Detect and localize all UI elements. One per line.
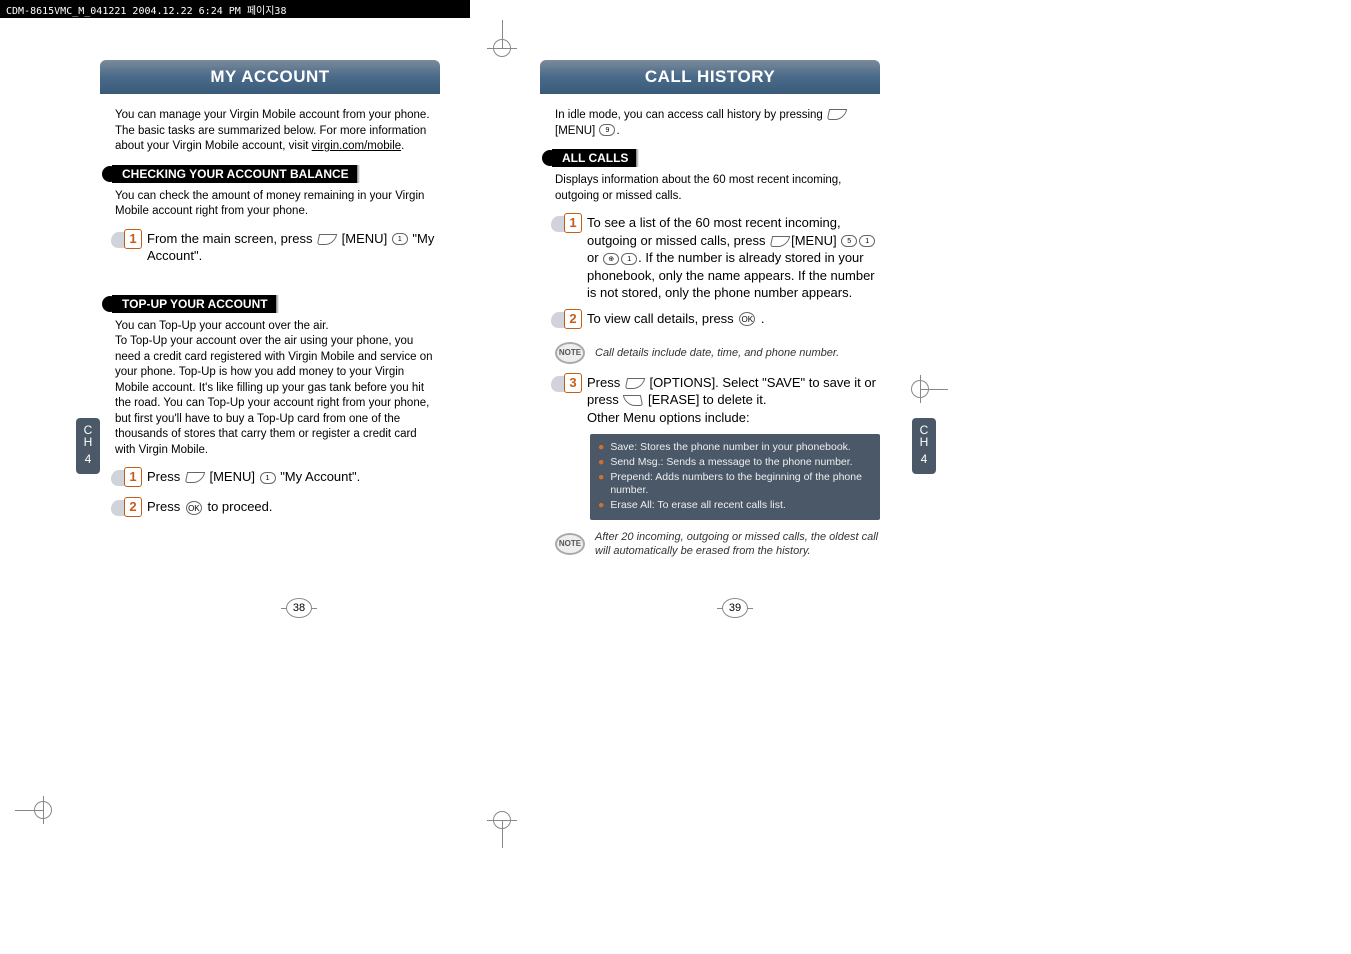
options-box: ●Save: Stores the phone number in your p… — [590, 434, 880, 519]
ok-icon: OK — [186, 501, 202, 515]
step-badge-3: 3 — [555, 374, 579, 396]
note-icon: NOTE — [555, 533, 585, 555]
section-head-topup: TOP-UP YOUR ACCOUNT — [102, 295, 480, 313]
left-softkey-icon — [317, 234, 337, 245]
step-badge-2: 2 — [555, 310, 579, 332]
step-text: From the main screen, press [MENU] 1 "My… — [147, 230, 440, 265]
step-row: 1 From the main screen, press [MENU] 1 "… — [115, 230, 440, 265]
step-row: 1 To see a list of the 60 most recent in… — [555, 214, 880, 302]
left-softkey-icon — [185, 472, 205, 483]
step-badge-2: 2 — [115, 498, 139, 520]
chapter-number: 4 — [76, 452, 100, 466]
chapter-label: C H — [912, 424, 936, 448]
key-9-icon: 9 — [599, 124, 615, 136]
key-1-icon: 1 — [392, 233, 408, 245]
page-title-left: MY ACCOUNT — [100, 60, 440, 94]
section-title: CHECKING YOUR ACCOUNT BALANCE — [112, 165, 357, 183]
page-title-right: CALL HISTORY — [540, 60, 880, 94]
chapter-number: 4 — [912, 452, 936, 466]
step-text: To view call details, press OK . — [587, 310, 880, 328]
step-badge-1: 1 — [115, 468, 139, 490]
ok-icon: OK — [739, 312, 755, 326]
note-text: After 20 incoming, outgoing or missed ca… — [595, 530, 880, 559]
header-strip-text: CDM-8615VMC_M_041221 2004.12.22 6:24 PM … — [6, 6, 286, 17]
note-row: NOTE After 20 incoming, outgoing or miss… — [555, 530, 880, 559]
step-badge-1: 1 — [555, 214, 579, 236]
section-head-balance: CHECKING YOUR ACCOUNT BALANCE — [102, 165, 480, 183]
key-1-icon: 1 — [621, 253, 637, 265]
step-text: Press [OPTIONS]. Select "SAVE" to save i… — [587, 374, 880, 427]
step-row: 1 Press [MENU] 1 "My Account". — [115, 468, 440, 490]
left-softkey-icon — [625, 378, 645, 389]
option-item: ●Erase All: To erase all recent calls li… — [598, 499, 872, 513]
option-item: ●Send Msg.: Sends a message to the phone… — [598, 456, 872, 470]
document-header-strip: CDM-8615VMC_M_041221 2004.12.22 6:24 PM … — [0, 0, 470, 18]
page-number-left: 38 — [286, 598, 312, 618]
chapter-tab-right: C H 4 — [912, 418, 936, 474]
bullet-icon: ● — [598, 499, 604, 513]
step-row: 2 Press OK to proceed. — [115, 498, 440, 520]
section-title: ALL CALLS — [552, 149, 636, 167]
section-head-allcalls: ALL CALLS — [542, 149, 920, 167]
note-icon: NOTE — [555, 342, 585, 364]
step-text: To see a list of the 60 most recent inco… — [587, 214, 880, 302]
bullet-icon: ● — [598, 456, 604, 470]
page-spread: C H 4 MY ACCOUNT You can manage your Vir… — [0, 0, 1351, 568]
section-bullet-icon — [102, 166, 118, 182]
step-row: 2 To view call details, press OK . — [555, 310, 880, 332]
section-title: TOP-UP YOUR ACCOUNT — [112, 295, 276, 313]
chapter-tab-left: C H 4 — [76, 418, 100, 474]
right-softkey-icon — [623, 395, 643, 406]
key-1-icon: 1 — [260, 472, 276, 484]
left-softkey-icon — [770, 236, 790, 247]
section-body: Displays information about the 60 most r… — [555, 173, 880, 204]
page-left: C H 4 MY ACCOUNT You can manage your Vir… — [60, 60, 480, 568]
step-text: Press [MENU] 1 "My Account". — [147, 468, 440, 486]
note-row: NOTE Call details include date, time, an… — [555, 342, 880, 364]
bullet-icon: ● — [598, 471, 604, 498]
page-numbers: 38 39 — [0, 598, 1351, 638]
page-right: C H 4 CALL HISTORY In idle mode, you can… — [500, 60, 920, 568]
section-body: You can check the amount of money remain… — [115, 189, 440, 220]
intro-link: virgin.com/mobile — [312, 140, 401, 152]
option-item: ●Save: Stores the phone number in your p… — [598, 441, 872, 455]
step-row: 3 Press [OPTIONS]. Select "SAVE" to save… — [555, 374, 880, 427]
step-badge-1: 1 — [115, 230, 139, 252]
option-item: ●Prepend: Adds numbers to the beginning … — [598, 471, 872, 498]
key-1-icon: 1 — [859, 235, 875, 247]
note-text: Call details include date, time, and pho… — [595, 346, 839, 360]
intro-part2: . — [401, 140, 404, 152]
nav-key-icon: ⊕ — [603, 253, 619, 265]
intro-text-right: In idle mode, you can access call histor… — [555, 108, 880, 139]
key-5-icon: 5 — [841, 235, 857, 247]
section-bullet-icon — [542, 150, 558, 166]
page-number-right: 39 — [722, 598, 748, 618]
section-body: You can Top-Up your account over the air… — [115, 319, 440, 459]
bullet-icon: ● — [598, 441, 604, 455]
chapter-label: C H — [76, 424, 100, 448]
section-bullet-icon — [102, 296, 118, 312]
left-softkey-icon — [827, 109, 847, 120]
intro-text-left: You can manage your Virgin Mobile accoun… — [115, 108, 440, 155]
step-text: Press OK to proceed. — [147, 498, 440, 516]
